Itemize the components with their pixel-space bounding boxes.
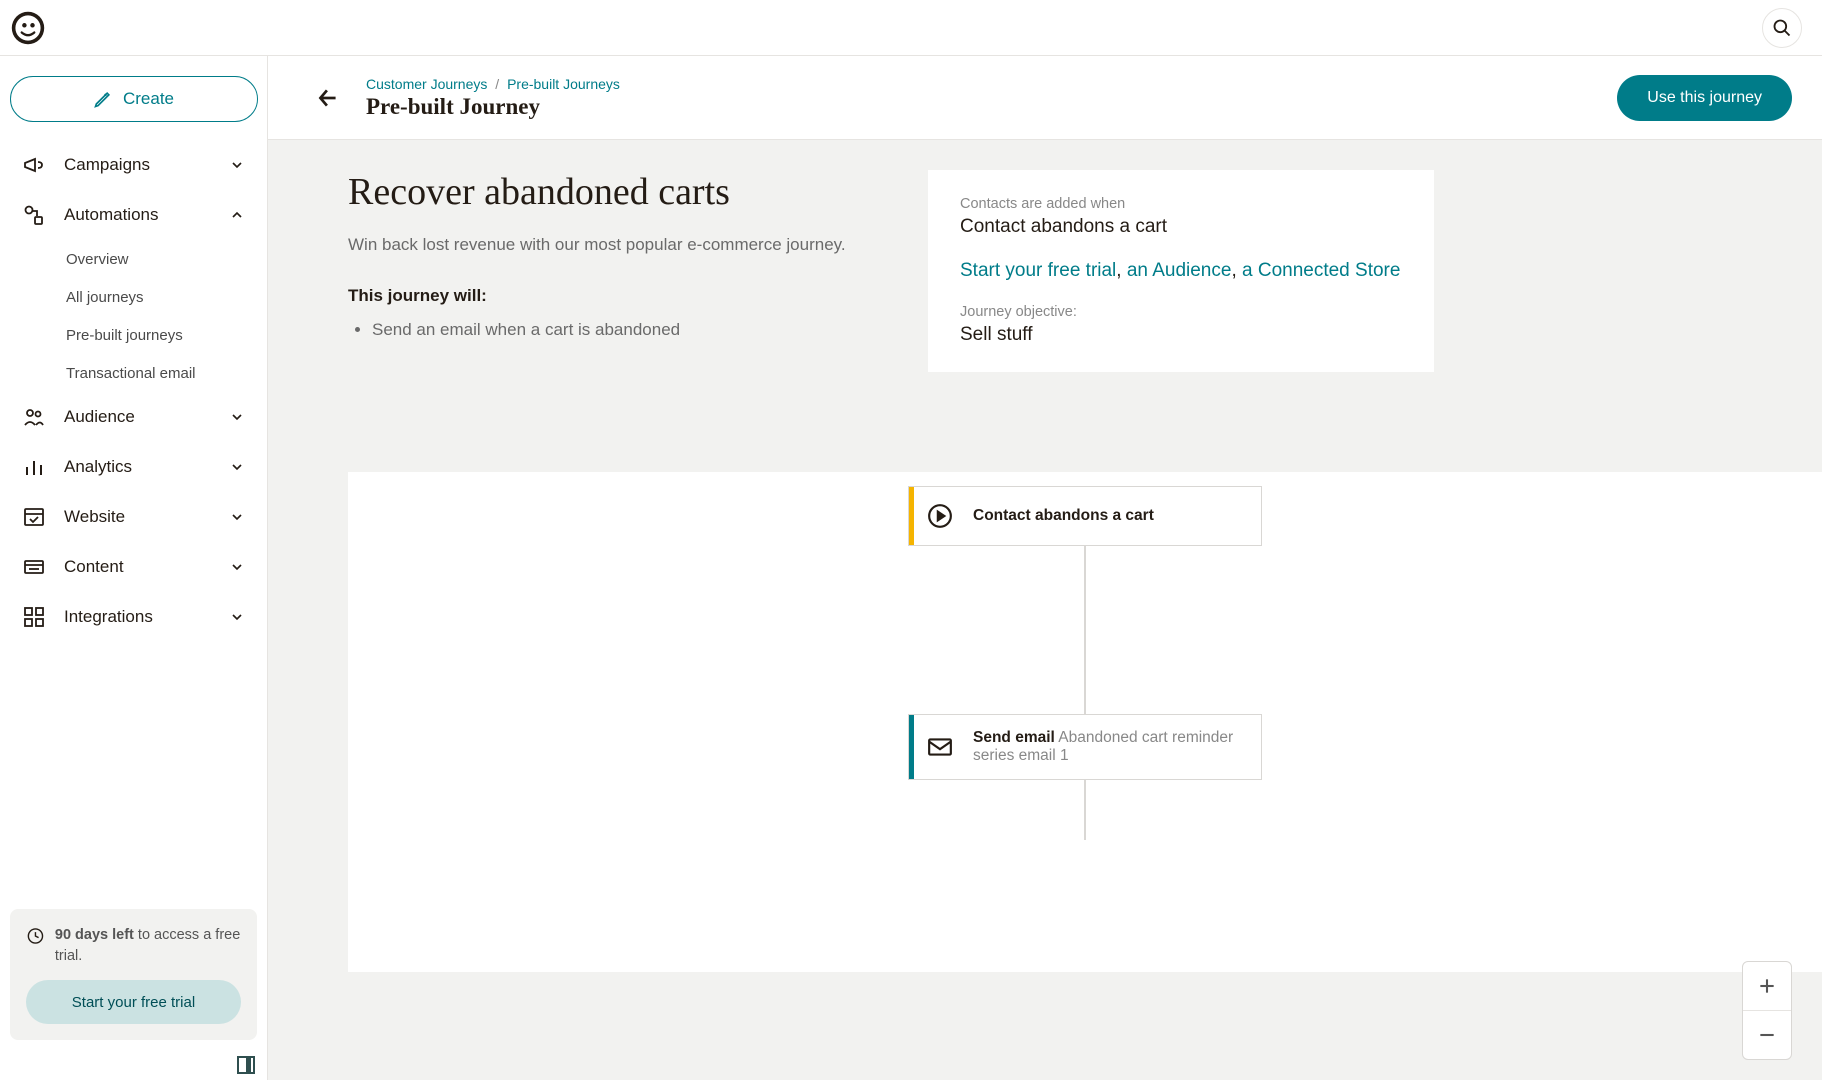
analytics-icon (22, 455, 46, 479)
clock-icon (26, 925, 45, 947)
panel-links: Start your free trial, an Audience, a Co… (960, 260, 1402, 282)
journey-will-heading: This journey will: (348, 286, 888, 306)
audience-icon (22, 405, 46, 429)
node-accent (909, 715, 914, 779)
plus-icon (1757, 976, 1777, 996)
chevron-down-icon (229, 157, 245, 173)
node-text: Contact abandons a cart (973, 507, 1154, 525)
journey-description: Win back lost revenue with our most popu… (348, 232, 888, 258)
nav-subitems-automations: Overview All journeys Pre-built journeys… (8, 240, 259, 392)
chevron-up-icon (229, 207, 245, 223)
chevron-down-icon (229, 559, 245, 575)
use-journey-button[interactable]: Use this journey (1617, 75, 1792, 121)
nav-item-audience[interactable]: Audience (8, 392, 259, 442)
nav-label: Automations (64, 205, 229, 225)
nav-label: Integrations (64, 607, 229, 627)
nav-label: Campaigns (64, 155, 229, 175)
nav-item-content[interactable]: Content (8, 542, 259, 592)
page-header: Customer Journeys / Pre-built Journeys P… (268, 56, 1822, 140)
mailchimp-logo (10, 10, 46, 46)
nav-label: Audience (64, 407, 229, 427)
journey-canvas[interactable]: Contact abandons a cart Send email Aband… (348, 472, 1822, 972)
node-text: Send email Abandoned cart reminder serie… (973, 729, 1243, 765)
search-icon (1772, 18, 1792, 38)
topbar (0, 0, 1822, 56)
journey-title: Recover abandoned carts (348, 170, 888, 214)
create-button[interactable]: Create (10, 76, 258, 122)
integrations-icon (22, 605, 46, 629)
journey-info: Recover abandoned carts Win back lost re… (268, 170, 888, 372)
trial-card: 90 days left to access a free trial. Sta… (10, 909, 257, 1040)
contacts-label: Contacts are added when (960, 196, 1402, 212)
journey-will-list: Send an email when a cart is abandoned (348, 320, 888, 340)
chevron-down-icon (229, 409, 245, 425)
nav-sub-transactional-email[interactable]: Transactional email (66, 354, 259, 392)
back-button[interactable] (308, 78, 348, 118)
node-connector (1084, 546, 1086, 714)
website-icon (22, 505, 46, 529)
content-icon (22, 555, 46, 579)
journey-will-item: Send an email when a cart is abandoned (372, 320, 888, 340)
journey-node-trigger[interactable]: Contact abandons a cart (908, 486, 1262, 546)
nav-sub-overview[interactable]: Overview (66, 240, 259, 278)
journey-node-action[interactable]: Send email Abandoned cart reminder serie… (908, 714, 1262, 780)
objective-value: Sell stuff (960, 324, 1402, 346)
chevron-down-icon (229, 609, 245, 625)
chevron-down-icon (229, 509, 245, 525)
breadcrumb-link[interactable]: Pre-built Journeys (507, 76, 620, 92)
node-connector (1084, 780, 1086, 840)
zoom-in-button[interactable] (1743, 962, 1791, 1010)
zoom-out-button[interactable] (1743, 1011, 1791, 1059)
breadcrumb: Customer Journeys / Pre-built Journeys (366, 76, 1617, 92)
nav-item-website[interactable]: Website (8, 492, 259, 542)
search-button[interactable] (1762, 8, 1802, 48)
mail-icon (927, 734, 953, 760)
nav-item-integrations[interactable]: Integrations (8, 592, 259, 642)
zoom-controls (1742, 961, 1792, 1060)
nav-label: Website (64, 507, 229, 527)
contacts-value: Contact abandons a cart (960, 216, 1402, 238)
audience-link[interactable]: an Audience (1127, 260, 1232, 281)
sidebar: Create Campaigns Automations Overview Al… (0, 56, 268, 1080)
automation-icon (22, 203, 46, 227)
nav-sub-prebuilt-journeys[interactable]: Pre-built journeys (66, 316, 259, 354)
page-title: Pre-built Journey (366, 94, 1617, 120)
start-trial-button[interactable]: Start your free trial (26, 980, 241, 1024)
trial-text: 90 days left to access a free trial. (55, 925, 241, 966)
breadcrumb-link[interactable]: Customer Journeys (366, 76, 487, 92)
play-circle-icon (927, 503, 953, 529)
nav-label: Analytics (64, 457, 229, 477)
nav-item-automations[interactable]: Automations (8, 190, 259, 240)
nav-item-analytics[interactable]: Analytics (8, 442, 259, 492)
nav-label: Content (64, 557, 229, 577)
objective-label: Journey objective: (960, 304, 1402, 320)
sidebar-footer (0, 1050, 267, 1080)
collapse-sidebar-icon[interactable] (237, 1056, 255, 1074)
nav-sub-all-journeys[interactable]: All journeys (66, 278, 259, 316)
minus-icon (1757, 1025, 1777, 1045)
arrow-left-icon (315, 85, 341, 111)
pencil-icon (93, 89, 113, 109)
content-area: Recover abandoned carts Win back lost re… (268, 140, 1822, 1080)
megaphone-icon (22, 153, 46, 177)
chevron-down-icon (229, 459, 245, 475)
node-accent (909, 487, 914, 545)
journey-panel: Contacts are added when Contact abandons… (928, 170, 1434, 372)
start-trial-link[interactable]: Start your free trial (960, 260, 1116, 281)
create-button-label: Create (123, 89, 174, 109)
nav-item-campaigns[interactable]: Campaigns (8, 140, 259, 190)
connected-store-link[interactable]: a Connected Store (1242, 260, 1400, 281)
main: Customer Journeys / Pre-built Journeys P… (268, 56, 1822, 1080)
